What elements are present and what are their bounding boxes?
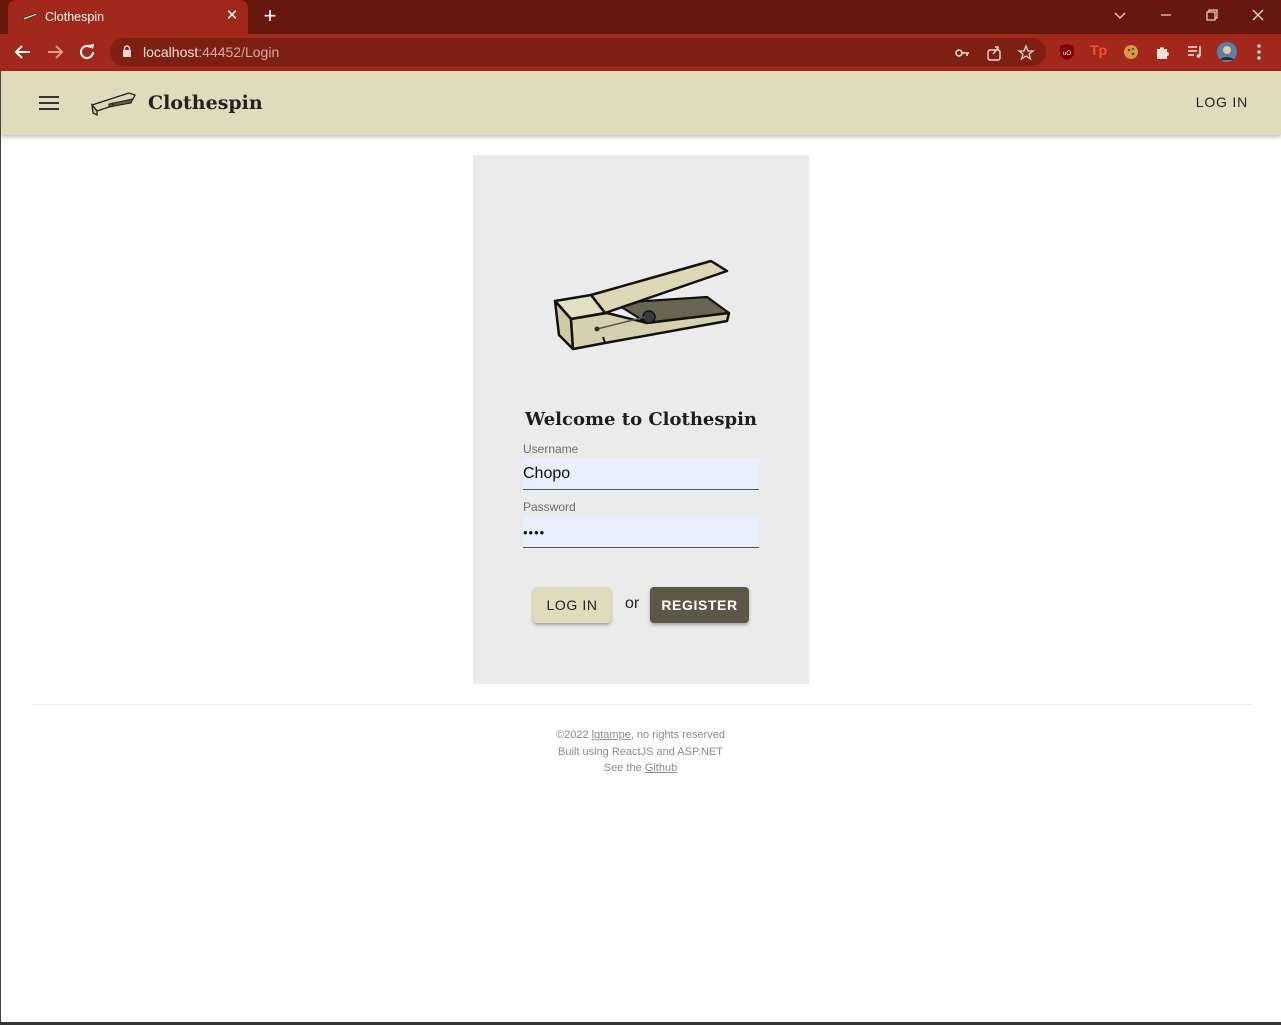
browser-menu-icon[interactable] xyxy=(1250,43,1268,61)
clothespin-favicon-icon xyxy=(22,12,38,21)
key-icon[interactable] xyxy=(953,44,971,62)
or-separator: or xyxy=(625,595,640,612)
back-icon[interactable] xyxy=(11,40,35,64)
tab-close-icon[interactable]: ✕ xyxy=(224,8,240,24)
tab-search-icon[interactable] xyxy=(1097,0,1143,30)
close-window-icon[interactable] xyxy=(1235,0,1281,30)
bookmark-star-icon[interactable] xyxy=(1017,44,1035,62)
reload-icon[interactable] xyxy=(75,40,99,64)
forward-icon[interactable] xyxy=(43,40,67,64)
translate-extension-icon[interactable]: Tp xyxy=(1090,42,1110,62)
login-card: Welcome to Clothespin Username Chopo Pas… xyxy=(473,155,809,684)
author-link[interactable]: lgtampe xyxy=(592,729,631,741)
url-text: localhost:44452/Login xyxy=(143,44,280,60)
browser-tabstrip: Clothespin ✕ + xyxy=(0,0,1281,34)
cookie-icon[interactable] xyxy=(1121,42,1141,62)
profile-avatar-icon[interactable] xyxy=(1216,41,1238,63)
restore-icon[interactable] xyxy=(1189,0,1235,30)
github-link[interactable]: Github xyxy=(645,762,677,774)
footer-copyright: ©2022 lgtampe, no rights reserved xyxy=(556,729,725,741)
new-tab-icon[interactable]: + xyxy=(259,5,281,28)
media-queue-icon[interactable] xyxy=(1185,42,1205,62)
lock-icon xyxy=(123,45,131,57)
welcome-heading: Welcome to Clothespin xyxy=(524,409,758,430)
footer-divider xyxy=(32,704,1252,705)
header-login-button[interactable]: LOG IN xyxy=(1196,94,1248,110)
tab-title: Clothespin xyxy=(45,10,105,24)
clothespin-illustration xyxy=(553,259,731,351)
password-input[interactable]: •••• xyxy=(523,516,759,548)
brand-title[interactable]: Clothespin xyxy=(148,92,263,114)
footer-github-line: See the Github xyxy=(603,762,678,774)
clothespin-logo-icon[interactable] xyxy=(89,89,137,119)
password-label: Password xyxy=(523,500,576,514)
address-bar[interactable]: localhost:44452/Login xyxy=(110,38,1046,66)
browser-toolbar: localhost:44452/Login uO Tp xyxy=(0,34,1281,71)
share-icon[interactable] xyxy=(985,44,1003,62)
app-header: Clothespin LOG IN xyxy=(1,71,1281,135)
minimize-icon[interactable] xyxy=(1143,0,1189,30)
footer: ©2022 lgtampe, no rights reserved Built … xyxy=(0,727,1281,777)
login-button[interactable]: LOG IN xyxy=(533,587,611,623)
window-frame-left xyxy=(0,71,1,1025)
username-input[interactable]: Chopo xyxy=(523,458,759,490)
svg-text:uO: uO xyxy=(1063,51,1071,57)
footer-built-with: Built using ReactJS and ASP.NET xyxy=(558,745,723,758)
register-button[interactable]: REGISTER xyxy=(650,587,749,623)
username-label: Username xyxy=(523,442,579,456)
extensions-puzzle-icon[interactable] xyxy=(1153,42,1173,62)
ublock-icon[interactable]: uO xyxy=(1057,42,1077,62)
hamburger-menu-icon[interactable] xyxy=(39,96,59,110)
browser-tab[interactable]: Clothespin ✕ xyxy=(8,0,248,34)
